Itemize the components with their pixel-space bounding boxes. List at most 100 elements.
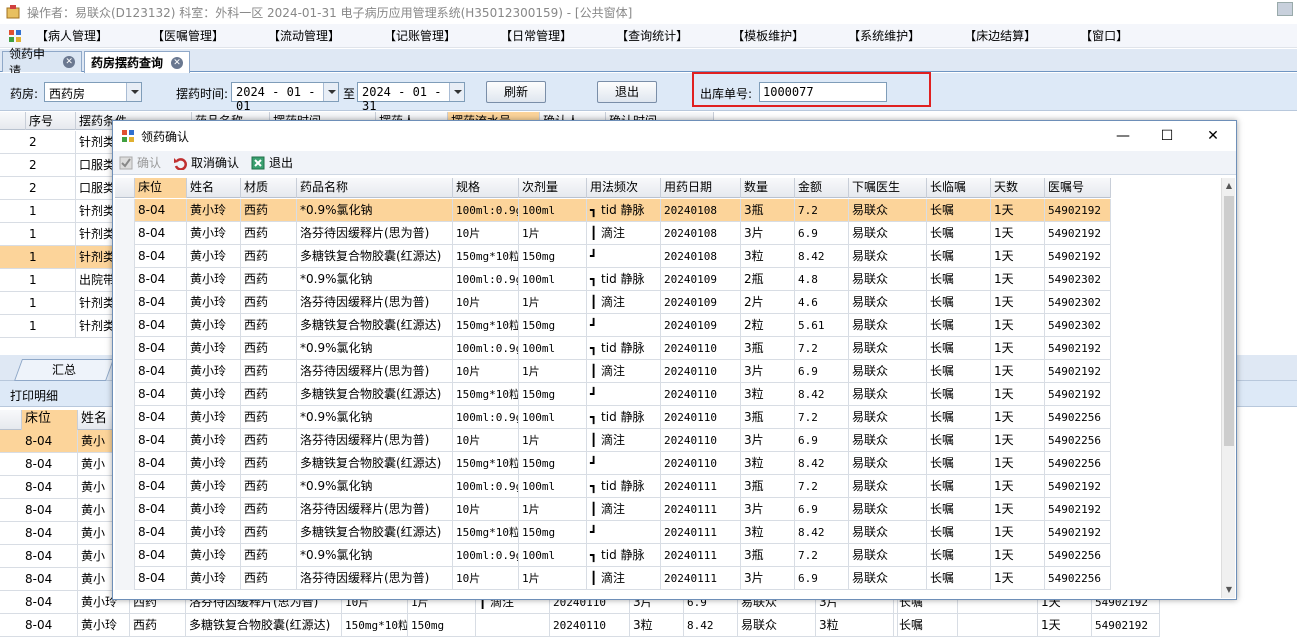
table-row[interactable]: 8-04 黄小玲 西药 洛芬待因缓释片(思为普) 10片 1片 ┃ 滴注 20240110 3片…: [115, 429, 1111, 452]
row-header-cell[interactable]: [115, 291, 135, 314]
table-row[interactable]: 8-04 黄小玲 西药 *0.9%氯化钠 100ml:0.9g 100ml ┓ tid 静脉…: [115, 475, 1111, 498]
chevron-down-icon[interactable]: [126, 83, 141, 101]
confirm-button[interactable]: 确认: [119, 154, 161, 171]
menu-query[interactable]: 【查询统计】: [616, 27, 688, 44]
tab-summary[interactable]: 汇总: [13, 359, 115, 381]
menu-window[interactable]: 【窗口】: [1080, 27, 1128, 44]
table-row[interactable]: 8-04 黄小: [0, 522, 120, 545]
row-header-cell[interactable]: [115, 245, 135, 268]
cell: 20240109: [661, 291, 741, 314]
row-header-cell[interactable]: [115, 314, 135, 337]
menu-flow[interactable]: 【流动管理】: [268, 27, 340, 44]
col-header[interactable]: 次剂量: [519, 178, 587, 198]
table-row[interactable]: 8-04 黄小玲 西药 *0.9%氯化钠 100ml:0.9g 100ml ┓ tid 静脉…: [115, 406, 1111, 429]
chevron-down-icon[interactable]: [323, 83, 338, 101]
dialog-exit-button[interactable]: 退出: [251, 154, 293, 171]
row-header-cell[interactable]: [115, 222, 135, 245]
tab-pharmacy-query[interactable]: 药房摆药查询 ✕: [84, 51, 190, 73]
table-row[interactable]: 8-04 黄小玲 西药 多糖铁复合物胶囊(红源达) 150mg*10粒 150m…: [0, 614, 1160, 637]
close-icon[interactable]: ✕: [171, 56, 183, 69]
col-header[interactable]: 材质: [241, 178, 297, 198]
menu-orders[interactable]: 【医嘱管理】: [152, 27, 224, 44]
table-row[interactable]: 8-04 黄小玲 西药 多糖铁复合物胶囊(红源达) 150mg*10粒 150mg ┛ 202…: [115, 383, 1111, 406]
table-row[interactable]: 8-04 黄小玲 西药 洛芬待因缓释片(思为普) 10片 1片 ┃ 滴注 20240109 2片…: [115, 291, 1111, 314]
col-header[interactable]: 医嘱号: [1045, 178, 1111, 198]
menu-system[interactable]: 【系统维护】: [848, 27, 920, 44]
table-row[interactable]: 8-04 黄小: [0, 453, 120, 476]
table-row[interactable]: 8-04 黄小玲 西药 *0.9%氯化钠 100ml:0.9g 100ml ┓ tid 静脉…: [115, 544, 1111, 567]
table-row[interactable]: 8-04 黄小玲 西药 洛芬待因缓释片(思为普) 10片 1片 ┃ 滴注 20240108 3片…: [115, 222, 1111, 245]
col-header[interactable]: 下嘱医生: [849, 178, 927, 198]
col-header[interactable]: 床位: [22, 410, 78, 430]
exit-button[interactable]: 退出: [597, 81, 657, 103]
menu-template[interactable]: 【模板维护】: [732, 27, 804, 44]
menu-patient[interactable]: 【病人管理】: [36, 27, 108, 44]
menu-bedside[interactable]: 【床边结算】: [964, 27, 1036, 44]
tab-drug-request[interactable]: 领药申请 ✕: [2, 47, 82, 78]
print-detail-button[interactable]: 打印明细: [10, 387, 58, 404]
row-header-cell[interactable]: [115, 567, 135, 590]
table-row[interactable]: 8-04 黄小玲 西药 多糖铁复合物胶囊(红源达) 150mg*10粒 150mg ┛ 202…: [115, 521, 1111, 544]
cell: 1天: [991, 383, 1045, 406]
row-header-cell[interactable]: [115, 406, 135, 429]
col-header[interactable]: 用法频次: [587, 178, 661, 198]
row-header-cell[interactable]: [115, 360, 135, 383]
cancel-confirm-button[interactable]: 取消确认: [173, 154, 239, 171]
menu-daily[interactable]: 【日常管理】: [500, 27, 572, 44]
scroll-up-icon[interactable]: ▲: [1222, 178, 1236, 194]
cell: 西药: [241, 222, 297, 245]
row-header-cell[interactable]: [115, 498, 135, 521]
pharmacy-select[interactable]: 西药房: [44, 82, 142, 102]
table-row-selected[interactable]: 8-04 黄小: [0, 430, 120, 453]
table-row[interactable]: 8-04 黄小玲 西药 洛芬待因缓释片(思为普) 10片 1片 ┃ 滴注 20240111 3片…: [115, 498, 1111, 521]
scroll-down-icon[interactable]: ▼: [1222, 582, 1236, 598]
row-header-cell[interactable]: [115, 521, 135, 544]
refresh-button[interactable]: 刷新: [486, 81, 546, 103]
table-row[interactable]: 8-04 黄小玲 西药 *0.9%氯化钠 100ml:0.9g 100ml ┓ tid 静脉…: [115, 337, 1111, 360]
table-row[interactable]: 8-04 黄小玲 西药 多糖铁复合物胶囊(红源达) 150mg*10粒 150mg ┛ 202…: [115, 245, 1111, 268]
col-header[interactable]: 姓名: [187, 178, 241, 198]
vertical-scrollbar[interactable]: ▲ ▼: [1221, 178, 1235, 598]
close-icon[interactable]: ✕: [1203, 127, 1223, 145]
table-row[interactable]: 8-04 黄小玲 西药 多糖铁复合物胶囊(红源达) 150mg*10粒 150mg ┛ 202…: [115, 314, 1111, 337]
close-icon[interactable]: ✕: [63, 56, 75, 68]
maximize-icon[interactable]: ☐: [1157, 127, 1177, 145]
scroll-thumb[interactable]: [1224, 196, 1234, 446]
row-header-cell[interactable]: [115, 429, 135, 452]
date-to-picker[interactable]: 2024 - 01 - 31: [357, 82, 465, 113]
col-header[interactable]: 序号: [26, 112, 76, 130]
row-header-cell[interactable]: [115, 544, 135, 567]
row-header-cell[interactable]: [115, 383, 135, 406]
row-header-cell[interactable]: [115, 268, 135, 291]
table-row[interactable]: 8-04 黄小: [0, 499, 120, 522]
cell: 8-04: [135, 222, 187, 245]
row-header-cell[interactable]: [115, 199, 135, 222]
minimize-icon[interactable]: —: [1113, 127, 1133, 145]
table-row[interactable]: 8-04 黄小玲 西药 洛芬待因缓释片(思为普) 10片 1片 ┃ 滴注 20240111 3片…: [115, 567, 1111, 590]
col-header[interactable]: 规格: [453, 178, 519, 198]
col-header[interactable]: 药品名称: [297, 178, 453, 198]
row-header-cell[interactable]: [115, 452, 135, 475]
minimize-button[interactable]: [1277, 2, 1293, 16]
col-header[interactable]: 天数: [991, 178, 1045, 198]
order-no-input[interactable]: 1000077: [759, 82, 887, 102]
date-from-picker[interactable]: 2024 - 01 - 01: [231, 82, 339, 113]
col-header[interactable]: 长临嘱: [927, 178, 991, 198]
chevron-down-icon[interactable]: [449, 83, 464, 101]
col-header[interactable]: 数量: [741, 178, 795, 198]
cell: *0.9%氯化钠: [297, 199, 453, 222]
col-header[interactable]: 用药日期: [661, 178, 741, 198]
table-row-selected[interactable]: 8-04 黄小玲 西药 *0.9%氯化钠 100ml:0.9g 100ml ┓ tid 静脉…: [115, 199, 1111, 222]
col-header[interactable]: 金额: [795, 178, 849, 198]
row-header-cell[interactable]: [115, 475, 135, 498]
table-row[interactable]: 8-04 黄小: [0, 476, 120, 499]
cell: 长嘱: [927, 475, 991, 498]
table-row[interactable]: 8-04 黄小: [0, 545, 120, 568]
table-row[interactable]: 8-04 黄小玲 西药 洛芬待因缓释片(思为普) 10片 1片 ┃ 滴注 20240110 3片…: [115, 360, 1111, 383]
table-row[interactable]: 8-04 黄小玲 西药 *0.9%氯化钠 100ml:0.9g 100ml ┓ tid 静脉…: [115, 268, 1111, 291]
col-header[interactable]: 床位: [135, 178, 187, 198]
row-header-cell[interactable]: [115, 337, 135, 360]
menu-accounting[interactable]: 【记账管理】: [384, 27, 456, 44]
table-row[interactable]: 8-04 黄小: [0, 568, 120, 591]
table-row[interactable]: 8-04 黄小玲 西药 多糖铁复合物胶囊(红源达) 150mg*10粒 150mg ┛ 202…: [115, 452, 1111, 475]
